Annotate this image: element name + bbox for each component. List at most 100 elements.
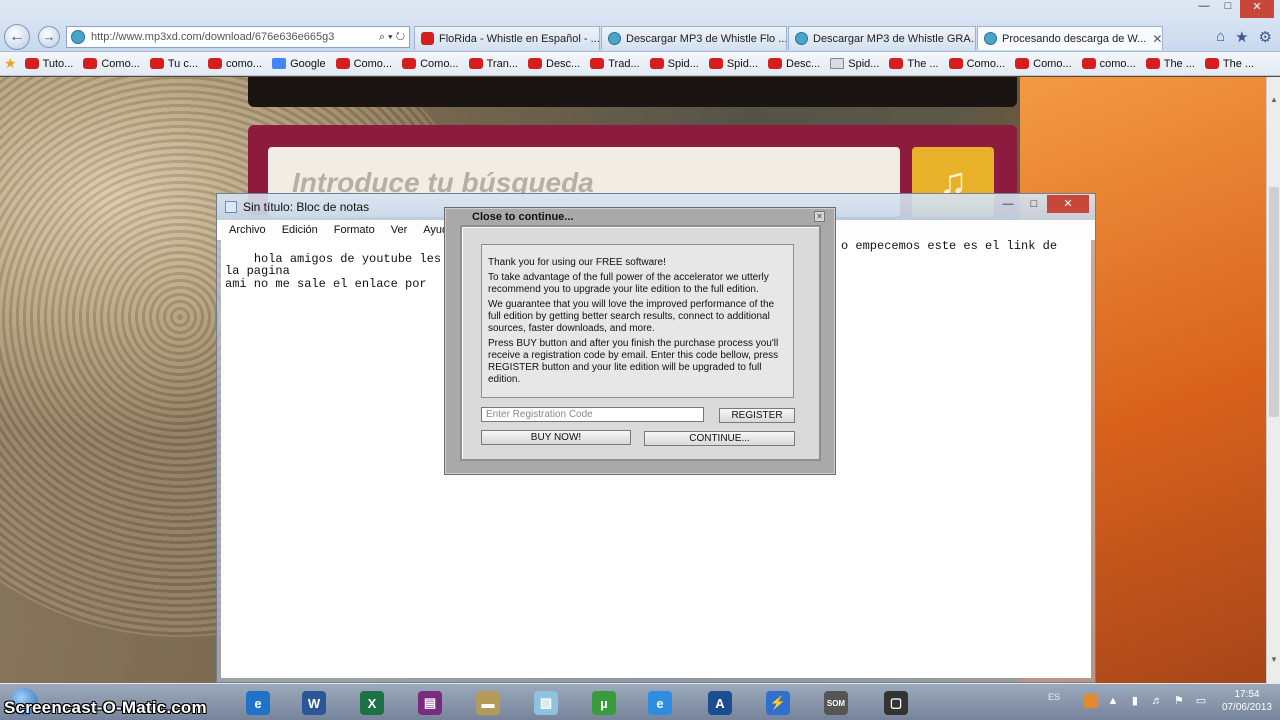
tab-close-icon[interactable]: ✕ (1146, 32, 1162, 46)
ares-taskbar-button[interactable]: A (702, 688, 738, 718)
tab-label: Procesando descarga de W... (1002, 32, 1147, 45)
youtube-icon (83, 58, 98, 69)
youtube-icon (24, 58, 39, 69)
favorite-label: como... (1099, 57, 1136, 70)
menu-ver[interactable]: Ver (391, 224, 408, 236)
youtube-icon (1081, 58, 1096, 69)
utorrent-taskbar-button[interactable]: µ (586, 688, 622, 718)
page-scrollbar[interactable]: ▲ ▼ (1266, 77, 1280, 683)
favorite-item[interactable]: Spid... (830, 58, 879, 70)
address-tools[interactable]: ⌕ ▾ ↻ (379, 31, 405, 44)
favorite-item[interactable]: Como... (948, 58, 1005, 70)
back-button[interactable]: ← (4, 24, 30, 50)
system-tray: ▲ ▮ ♬ ⚑ ▭ 17:54 07/06/2013 (1083, 688, 1272, 714)
notepad-text-left: hola amigos de youtube les en la pagina … (225, 251, 463, 291)
winrar-icon: ▤ (418, 691, 442, 715)
language-indicator[interactable]: ES (1048, 692, 1060, 702)
site-favicon-icon (71, 30, 85, 44)
ie-window-taskbar-button[interactable]: e (642, 688, 678, 718)
minimize-icon[interactable]: — (995, 195, 1021, 213)
volume-icon[interactable]: ♬ (1150, 694, 1164, 708)
menu-formato[interactable]: Formato (334, 224, 375, 236)
youtube-icon (768, 58, 782, 69)
favorites-star-icon[interactable]: ★ (1235, 28, 1248, 46)
ie-window-icon: e (648, 691, 672, 715)
scroll-up-icon[interactable]: ▲ (1267, 95, 1280, 104)
favorite-item[interactable]: Google (272, 58, 326, 70)
home-icon[interactable]: ⌂ (1216, 28, 1225, 46)
favorite-item[interactable]: Como... (83, 58, 140, 70)
buy-now-button[interactable]: BUY NOW! (481, 430, 631, 445)
favorite-item[interactable]: Como... (1015, 58, 1072, 70)
tray-app-icon[interactable] (1083, 694, 1098, 708)
tab-descargar-2[interactable]: Descargar MP3 de Whistle GRA... (788, 26, 976, 50)
tab-descargar-1[interactable]: Descargar MP3 de Whistle Flo ... (601, 26, 787, 50)
dialog-body: Thank you for using our FREE software! T… (460, 225, 821, 461)
favorite-item[interactable]: Como... (335, 58, 392, 70)
favorite-label: Spid... (848, 57, 880, 70)
som-taskbar-button[interactable]: SOM (818, 688, 854, 718)
tab-procesando[interactable]: Procesando descarga de W... ✕ (977, 26, 1163, 50)
continue-button[interactable]: CONTINUE... (644, 431, 795, 446)
snipping-taskbar-button[interactable]: ▢ (878, 688, 914, 718)
favorite-item[interactable]: Tuto... (24, 58, 73, 70)
close-icon[interactable]: ✕ (1047, 195, 1089, 213)
notepad-window-controls: — □ ✕ (995, 195, 1089, 213)
favorite-item[interactable]: The ... (889, 57, 939, 70)
excel-taskbar-button[interactable]: X (354, 688, 390, 718)
scroll-thumb[interactable] (1269, 187, 1279, 417)
maximize-icon[interactable]: □ (1216, 0, 1240, 18)
favorite-label: Como... (101, 57, 140, 70)
favorite-item[interactable]: Desc... (768, 58, 820, 70)
browser-tools: ⌂ ★ ⚙ (1216, 28, 1272, 46)
favorites-star-icon[interactable]: ★ (4, 55, 17, 72)
ie-taskbar-button[interactable]: e (240, 688, 276, 718)
tab-florida[interactable]: FloRida - Whistle en Español - ... (414, 26, 600, 50)
scroll-down-icon[interactable]: ▼ (1267, 655, 1280, 664)
favorite-item[interactable]: The ... (1204, 58, 1254, 70)
address-bar[interactable]: http://www.mp3xd.com/download/676e636e66… (66, 26, 410, 48)
favorite-label: The ... (907, 57, 939, 70)
upgrade-dialog[interactable]: Close to continue... ✕ Thank you for usi… (444, 207, 836, 475)
drive-taskbar-button[interactable]: ▬ (470, 688, 506, 718)
browser-window-controls: — □ ✕ (1192, 0, 1274, 18)
favorite-item[interactable]: Desc... (528, 58, 580, 70)
menu-archivo[interactable]: Archivo (229, 224, 266, 236)
url-text: http://www.mp3xd.com/download/676e636e66… (91, 31, 335, 43)
dialog-close-icon[interactable]: ✕ (814, 211, 825, 222)
favorite-item[interactable]: como... (1081, 57, 1136, 70)
action-center-icon[interactable]: ⚑ (1172, 694, 1186, 708)
show-hidden-icon[interactable]: ▲ (1106, 694, 1120, 708)
notepad-taskbar-button[interactable]: ▧ (528, 688, 564, 718)
network-icon[interactable]: ▮ (1128, 694, 1142, 708)
register-button[interactable]: REGISTER (719, 408, 795, 423)
favorite-item[interactable]: Como... (402, 58, 459, 70)
favorite-item[interactable]: Tran... (468, 58, 518, 70)
favorite-item[interactable]: Tu c... (149, 58, 198, 70)
dialog-paragraph: To take advantage of the full power of t… (488, 272, 769, 295)
ie-icon: e (246, 691, 270, 715)
favorite-item[interactable]: Spid... (708, 58, 758, 70)
favorite-item[interactable]: The ... (1145, 58, 1195, 70)
word-taskbar-button[interactable]: W (296, 688, 332, 718)
minimize-icon[interactable]: — (1192, 0, 1216, 18)
dialog-title: Close to continue... (472, 211, 574, 223)
winrar-taskbar-button[interactable]: ▤ (412, 688, 448, 718)
tab-label: Descargar MP3 de Whistle Flo ... (626, 32, 787, 45)
accelerator-taskbar-button[interactable]: ⚡ (760, 688, 796, 718)
utorrent-icon: µ (592, 691, 616, 715)
gear-icon[interactable]: ⚙ (1259, 28, 1272, 46)
ares-icon: A (708, 691, 732, 715)
battery-icon[interactable]: ▭ (1194, 694, 1208, 708)
favorite-item[interactable]: Spid... (649, 57, 699, 70)
close-icon[interactable]: ✕ (1240, 0, 1274, 18)
favorite-item[interactable]: como... (208, 58, 262, 70)
menu-edicion[interactable]: Edición (282, 224, 318, 236)
favorite-label: Spid... (667, 57, 699, 70)
maximize-icon[interactable]: □ (1021, 195, 1047, 213)
forward-button[interactable]: → (38, 26, 60, 48)
clock-time: 17:54 (1234, 689, 1260, 700)
clock[interactable]: 17:54 07/06/2013 (1222, 688, 1272, 714)
registration-code-input[interactable] (481, 407, 704, 422)
favorite-item[interactable]: Trad... (590, 58, 640, 70)
